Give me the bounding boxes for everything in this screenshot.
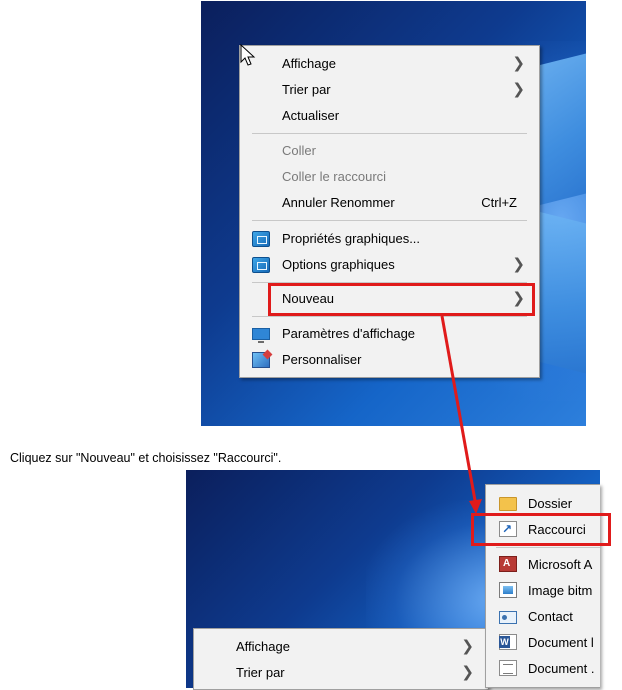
chevron-right-icon: ❯	[461, 664, 474, 681]
submenu-item-microsoft-access[interactable]: Microsoft A	[486, 551, 600, 578]
menu-item-label: Trier par	[282, 82, 331, 97]
menu-item-label: Annuler Renommer	[282, 195, 395, 210]
menu-item-coller: Coller	[240, 138, 539, 164]
submenu-item-image-bitmap[interactable]: Image bitm	[486, 578, 600, 604]
menu-item-affichage[interactable]: Affichage ❯	[240, 51, 539, 77]
menu-separator	[496, 547, 600, 548]
menu-item-label: Trier par	[236, 665, 285, 680]
menu-item-label: Affichage	[236, 639, 290, 654]
contact-icon	[499, 611, 517, 624]
menu-item-label: Paramètres d'affichage	[282, 326, 416, 341]
menu-item-label: Nouveau	[282, 291, 335, 306]
menu-item-label: Coller	[282, 143, 316, 158]
menu-item-label: Affichage	[282, 56, 336, 71]
menu-item-nouveau[interactable]: Nouveau ❯	[240, 286, 539, 312]
word-document-icon	[499, 634, 517, 650]
chevron-right-icon: ❯	[512, 55, 525, 72]
submenu-item-dossier[interactable]: Dossier	[486, 491, 600, 517]
menu-item-label: Document .	[528, 661, 595, 676]
mouse-pointer-icon	[240, 44, 256, 66]
menu-item-annuler-renommer[interactable]: Annuler Renommer Ctrl+Z	[240, 190, 539, 216]
instruction-caption: Cliquez sur "Nouveau" et choisissez "Rac…	[10, 451, 282, 465]
folder-icon	[499, 497, 517, 511]
submenu-item-document-word[interactable]: Document l	[486, 630, 600, 656]
menu-item-affichage[interactable]: Affichage ❯	[194, 634, 488, 660]
graphics-options-icon	[252, 257, 270, 273]
menu-item-label: Document l	[528, 635, 594, 650]
menu-separator	[252, 282, 527, 283]
menu-separator	[252, 316, 527, 317]
menu-item-label: Dossier	[528, 496, 573, 511]
bitmap-image-icon	[499, 582, 517, 598]
personalize-icon	[252, 352, 270, 368]
desktop-context-menu: Affichage ❯ Trier par ❯ Actualiser Colle…	[239, 45, 540, 378]
menu-item-label: Coller le raccourci	[282, 169, 387, 184]
menu-item-label: Propriétés graphiques...	[282, 231, 421, 246]
desktop-context-menu: Affichage ❯ Trier par ❯	[193, 628, 489, 690]
submenu-item-raccourci[interactable]: Raccourci	[486, 516, 600, 543]
menu-item-label: Personnaliser	[282, 352, 362, 367]
menu-item-proprietes-graphiques[interactable]: Propriétés graphiques...	[240, 226, 539, 252]
menu-item-options-graphiques[interactable]: Options graphiques ❯	[240, 252, 539, 278]
chevron-right-icon: ❯	[512, 81, 525, 98]
new-submenu: Dossier Raccourci Microsoft A Image bitm…	[485, 484, 600, 688]
menu-item-label: Microsoft A	[528, 557, 593, 572]
submenu-item-document[interactable]: Document .	[486, 656, 600, 682]
menu-item-label: Contact	[528, 609, 573, 624]
menu-separator	[252, 220, 527, 221]
chevron-right-icon: ❯	[512, 290, 525, 307]
shortcut-icon	[499, 516, 517, 542]
menu-item-personnaliser[interactable]: Personnaliser	[240, 347, 539, 373]
menu-separator	[252, 133, 527, 134]
menu-item-trier-par[interactable]: Trier par ❯	[240, 77, 539, 103]
display-settings-icon	[252, 328, 270, 343]
menu-item-coller-raccourci: Coller le raccourci	[240, 164, 539, 190]
menu-item-actualiser[interactable]: Actualiser	[240, 103, 539, 129]
menu-item-label: Actualiser	[282, 108, 340, 123]
chevron-right-icon: ❯	[512, 256, 525, 273]
access-icon	[499, 551, 517, 577]
graphics-properties-icon	[252, 231, 270, 247]
menu-item-trier-par[interactable]: Trier par ❯	[194, 660, 488, 686]
menu-item-label: Raccourci	[528, 522, 586, 537]
submenu-item-contact[interactable]: Contact	[486, 604, 600, 630]
document-icon	[499, 660, 517, 676]
shortcut-label: Ctrl+Z	[481, 195, 517, 210]
menu-item-parametres-affichage[interactable]: Paramètres d'affichage	[240, 321, 539, 347]
chevron-right-icon: ❯	[461, 638, 474, 655]
menu-item-label: Image bitm	[528, 583, 593, 598]
menu-item-label: Options graphiques	[282, 257, 395, 272]
